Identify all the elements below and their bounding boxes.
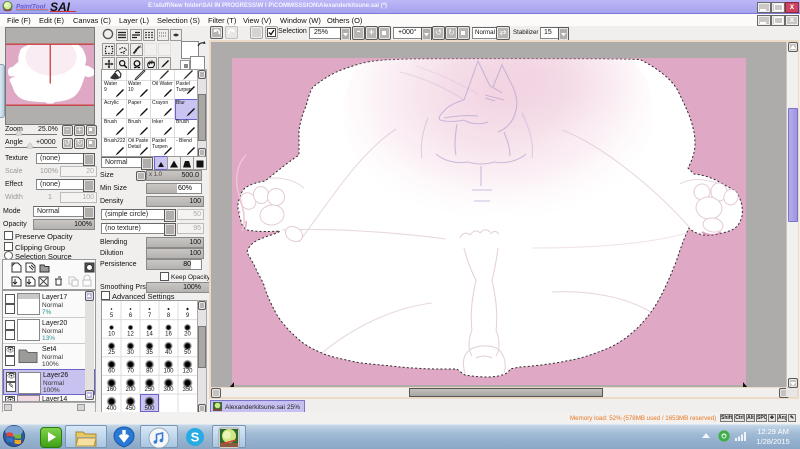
svg-text:SAI: SAI bbox=[50, 1, 71, 12]
svg-text:25: 25 bbox=[108, 350, 115, 356]
svg-text:40: 40 bbox=[165, 350, 172, 356]
svg-text:14: 14 bbox=[146, 332, 153, 338]
svg-text:16: 16 bbox=[165, 332, 172, 338]
svg-text:100: 100 bbox=[163, 369, 174, 375]
svg-text:S: S bbox=[191, 430, 200, 445]
svg-text:50: 50 bbox=[184, 350, 191, 356]
svg-text:120: 120 bbox=[182, 369, 193, 375]
svg-text:20: 20 bbox=[184, 332, 191, 338]
svg-text:30: 30 bbox=[127, 350, 134, 356]
svg-text:10: 10 bbox=[108, 332, 115, 338]
svg-text:350: 350 bbox=[182, 387, 193, 393]
svg-text:8: 8 bbox=[167, 313, 171, 319]
svg-text:9: 9 bbox=[186, 313, 190, 319]
svg-text:60: 60 bbox=[108, 369, 115, 375]
svg-text:300: 300 bbox=[163, 387, 174, 393]
svg-text:7: 7 bbox=[148, 313, 152, 319]
svg-text:200: 200 bbox=[125, 387, 136, 393]
svg-text:35: 35 bbox=[146, 350, 153, 356]
svg-text:6: 6 bbox=[129, 313, 133, 319]
svg-text:5: 5 bbox=[110, 313, 114, 319]
svg-text:160: 160 bbox=[106, 387, 117, 393]
svg-text:80: 80 bbox=[146, 369, 153, 375]
svg-text:12: 12 bbox=[127, 332, 134, 338]
svg-text:250: 250 bbox=[144, 387, 155, 393]
svg-text:70: 70 bbox=[127, 369, 134, 375]
